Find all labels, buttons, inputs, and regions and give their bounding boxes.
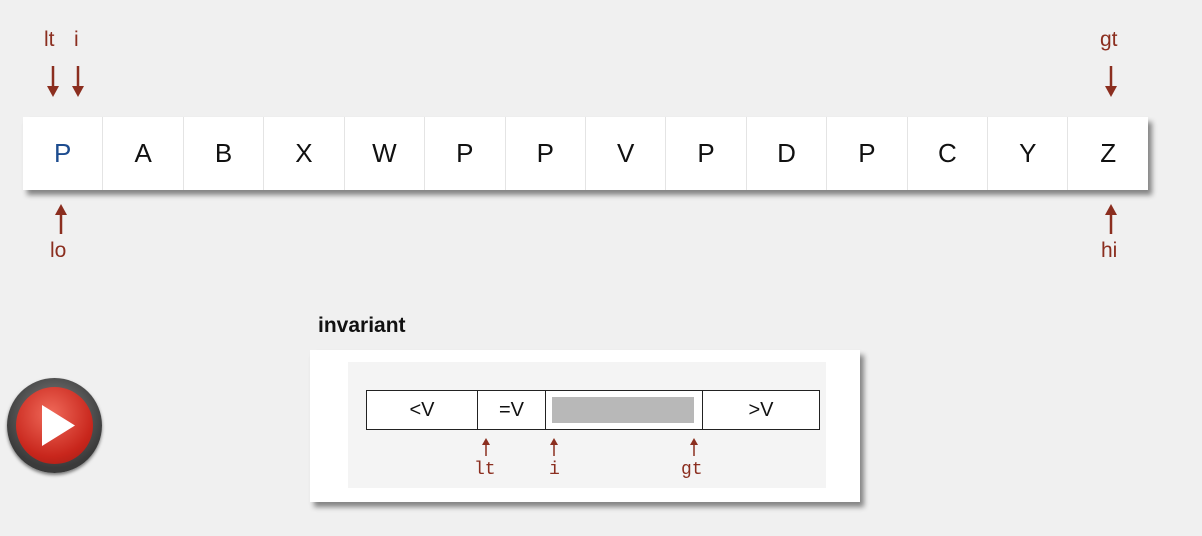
array-cell: P [665,117,745,190]
invariant-panel: <V =V >V lt i gt [310,350,860,502]
segment-unknown [546,391,703,429]
pointer-label-gt: gt [1100,28,1118,51]
array-cell: P [826,117,906,190]
pointer-label-hi: hi [1101,239,1118,262]
invariant-pointer-lt: lt [474,460,496,480]
segment-unknown-fill [552,397,694,423]
invariant-pointer-gt: gt [681,460,703,480]
arrow-down-gt-icon [1105,66,1117,97]
pointer-label-lo: lo [50,239,67,262]
play-button-face[interactable] [16,387,93,464]
invariant-title: invariant [318,314,406,337]
segment-less-than: <V [367,391,478,429]
array-row: P A B X W P P V P D P C Y Z [23,117,1148,190]
array-cell: X [263,117,343,190]
array-cell: V [584,117,665,190]
arrow-up-gt-icon [690,438,698,456]
invariant-box: <V =V >V [366,390,820,430]
array-cell: P [54,138,72,168]
segment-greater-than: >V [748,398,774,421]
array-cell: W [343,117,424,190]
pointer-label-i: i [74,28,79,51]
array-cell: D [745,117,826,190]
arrow-up-i-icon [550,438,558,456]
arrow-down-i-icon [72,66,84,97]
array-cell: Z [1067,117,1147,190]
array-cell: P [504,117,585,190]
arrow-down-lt-icon [47,66,59,97]
array-cell: B [182,117,263,190]
array-cell: C [906,117,987,190]
arrow-up-lt-icon [482,438,490,456]
array-cell: A [102,117,182,190]
play-button[interactable] [7,378,102,473]
segment-equal: =V [478,391,546,429]
pointer-label-lt: lt [44,28,55,51]
invariant-pointer-i: i [549,460,560,480]
arrow-up-lo-icon [55,204,67,234]
array-cell: P [424,117,504,190]
array-cell: Y [987,117,1067,190]
arrow-up-hi-icon [1105,204,1117,234]
play-icon [42,405,75,446]
